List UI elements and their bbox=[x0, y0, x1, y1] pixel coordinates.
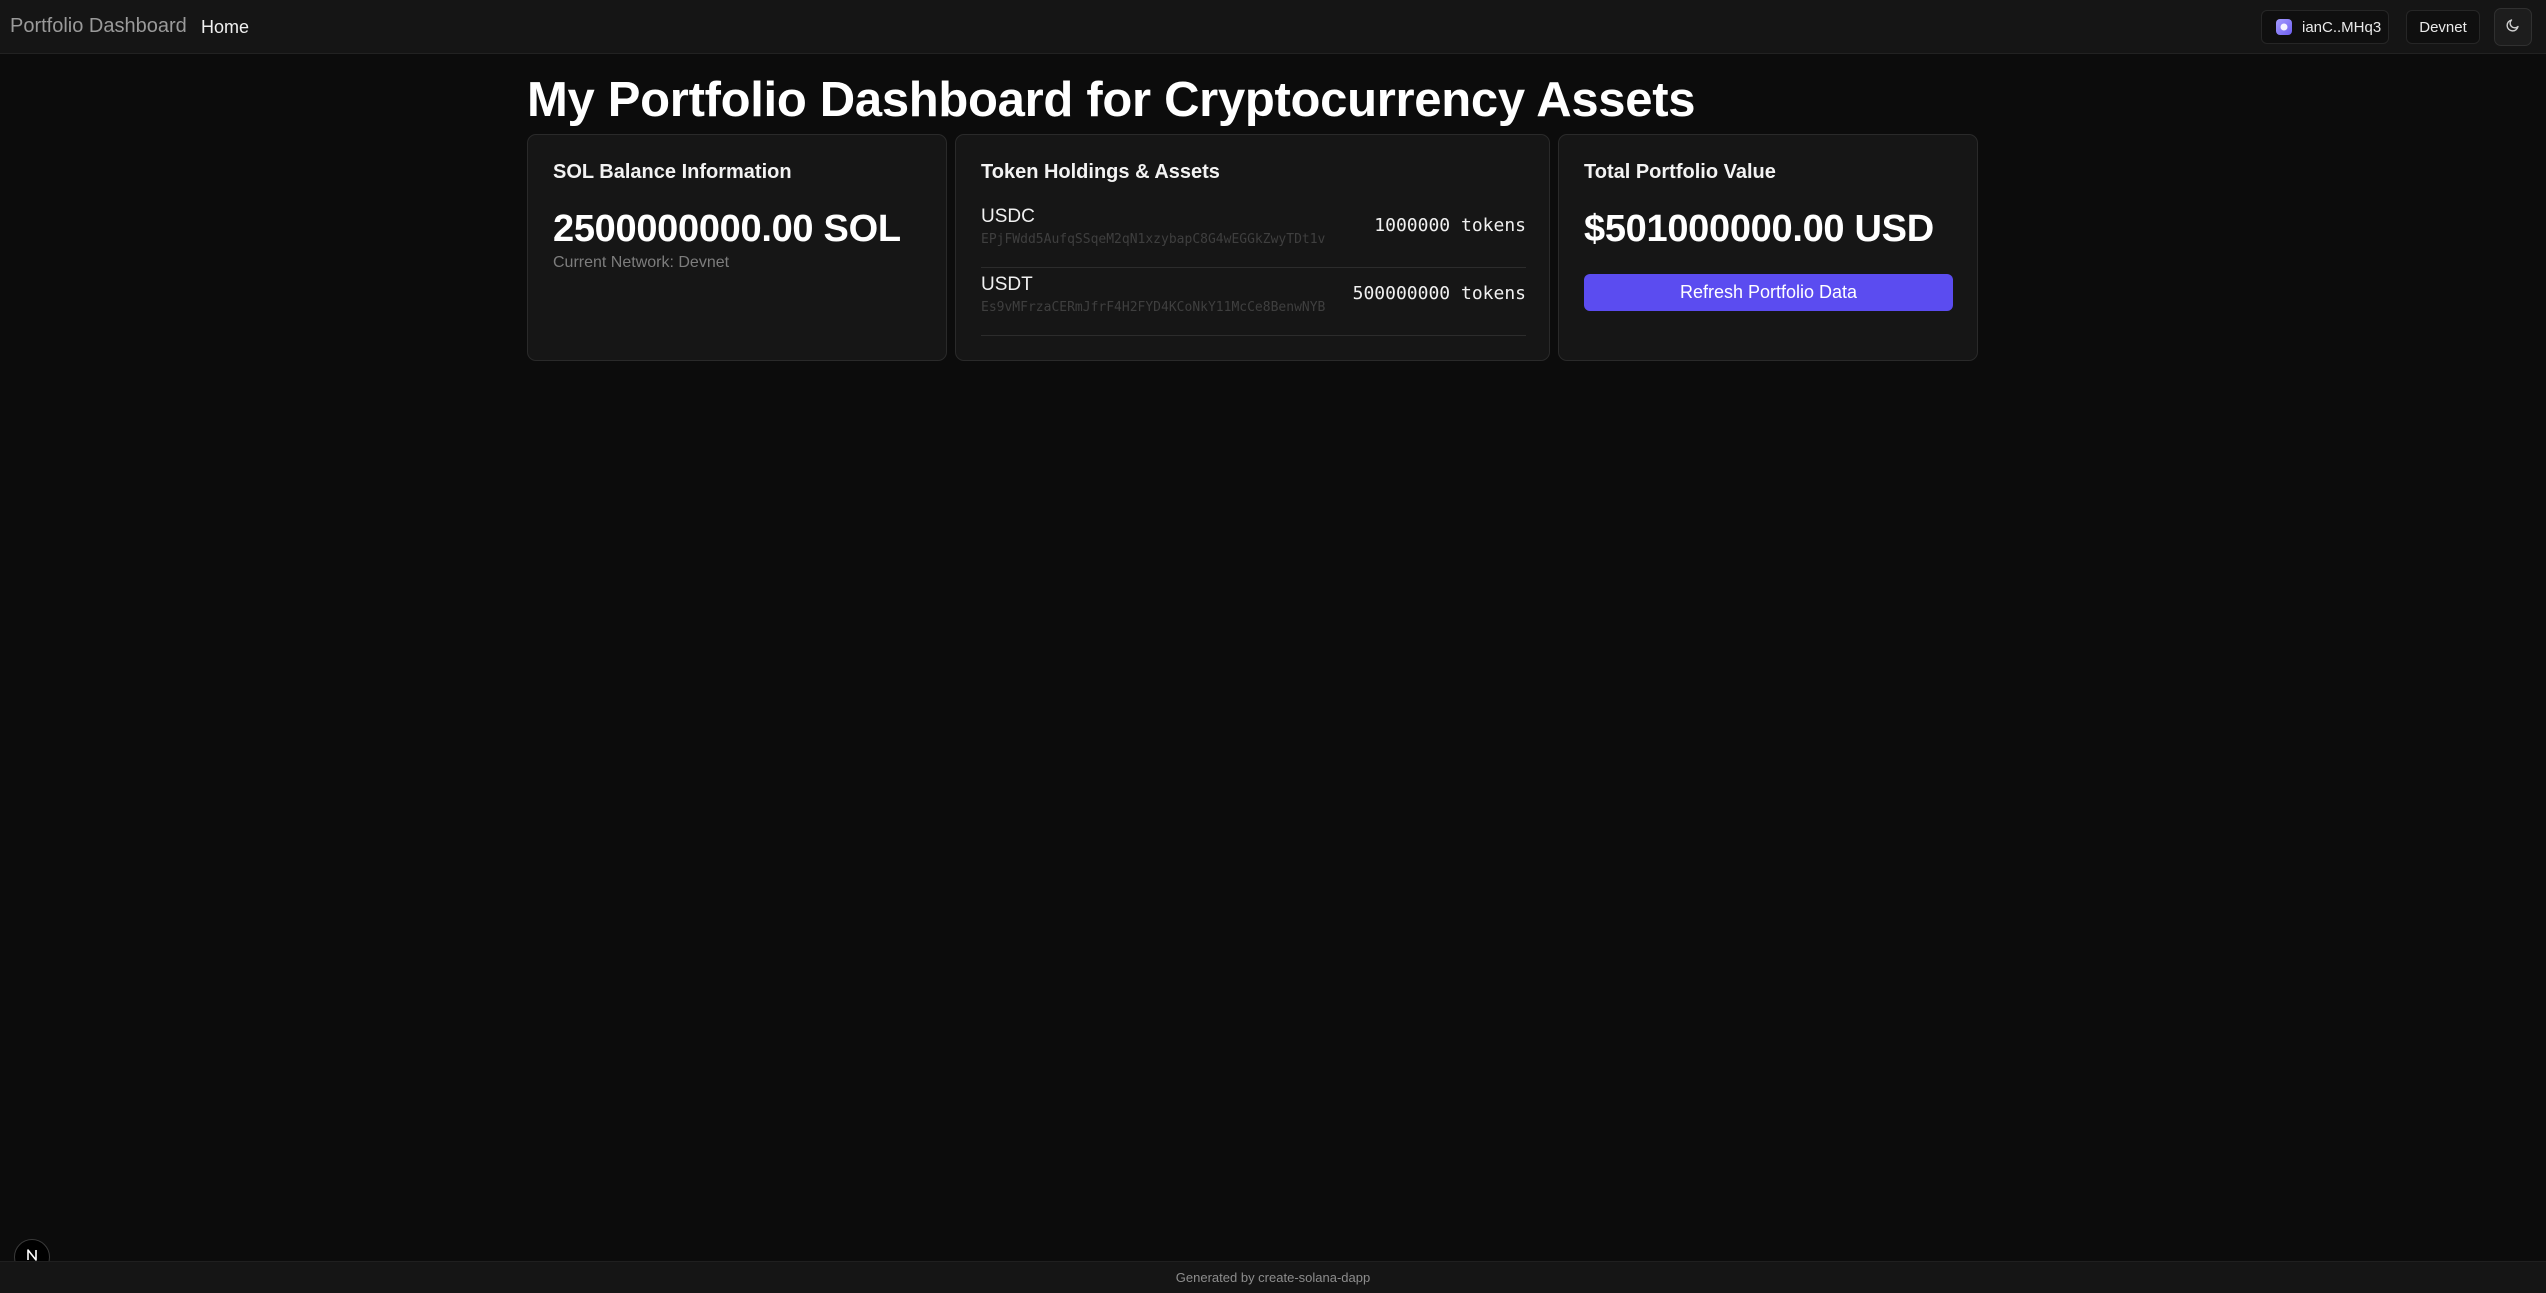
page-title: My Portfolio Dashboard for Cryptocurrenc… bbox=[527, 73, 1696, 127]
token-amount: 1000000 tokens bbox=[1374, 215, 1526, 236]
network-button[interactable]: Devnet bbox=[2406, 10, 2480, 44]
token-row: USDT Es9vMFrzaCERmJfrF4H2FYD4KCoNkY11McC… bbox=[981, 269, 1526, 336]
sol-card-title: SOL Balance Information bbox=[553, 161, 792, 183]
token-mint-address: Es9vMFrzaCERmJfrF4H2FYD4KCoNkY11McCe8Ben… bbox=[981, 300, 1326, 315]
theme-toggle-button[interactable] bbox=[2494, 8, 2532, 46]
sol-balance-card: SOL Balance Information 2500000000.00 SO… bbox=[527, 134, 947, 361]
nav-home-link[interactable]: Home bbox=[201, 17, 249, 38]
wallet-button[interactable]: ianC..MHq3 bbox=[2261, 10, 2389, 44]
total-value-amount: $501000000.00 USD bbox=[1584, 208, 1934, 250]
token-mint-address: EPjFWdd5AufqSSqeM2qN1xzybapC8G4wEGGkZwyT… bbox=[981, 232, 1326, 247]
token-holdings-card: Token Holdings & Assets USDC EPjFWdd5Auf… bbox=[955, 134, 1550, 361]
token-amount: 500000000 tokens bbox=[1352, 283, 1526, 304]
wallet-icon bbox=[2276, 19, 2292, 35]
moon-icon bbox=[2505, 17, 2521, 38]
network-label: Devnet bbox=[2419, 18, 2467, 36]
tokens-card-title: Token Holdings & Assets bbox=[981, 161, 1220, 183]
token-row: USDC EPjFWdd5AufqSSqeM2qN1xzybapC8G4wEGG… bbox=[981, 201, 1526, 268]
brand-link[interactable]: Portfolio Dashboard bbox=[10, 15, 187, 38]
token-symbol: USDT bbox=[981, 274, 1033, 295]
refresh-portfolio-button[interactable]: Refresh Portfolio Data bbox=[1584, 274, 1953, 311]
footer-credit: Generated by create-solana-dapp bbox=[1175, 1270, 1371, 1285]
sol-balance-amount: 2500000000.00 SOL bbox=[553, 208, 901, 250]
token-symbol: USDC bbox=[981, 206, 1035, 227]
current-network-text: Current Network: Devnet bbox=[553, 254, 730, 271]
wallet-address-label: ianC..MHq3 bbox=[2302, 18, 2382, 36]
total-card-title: Total Portfolio Value bbox=[1584, 161, 1776, 183]
top-navbar: Portfolio Dashboard Home ianC..MHq3 Devn… bbox=[0, 0, 2546, 54]
total-value-card: Total Portfolio Value $501000000.00 USD … bbox=[1558, 134, 1978, 361]
footer: Generated by create-solana-dapp bbox=[0, 1261, 2546, 1293]
